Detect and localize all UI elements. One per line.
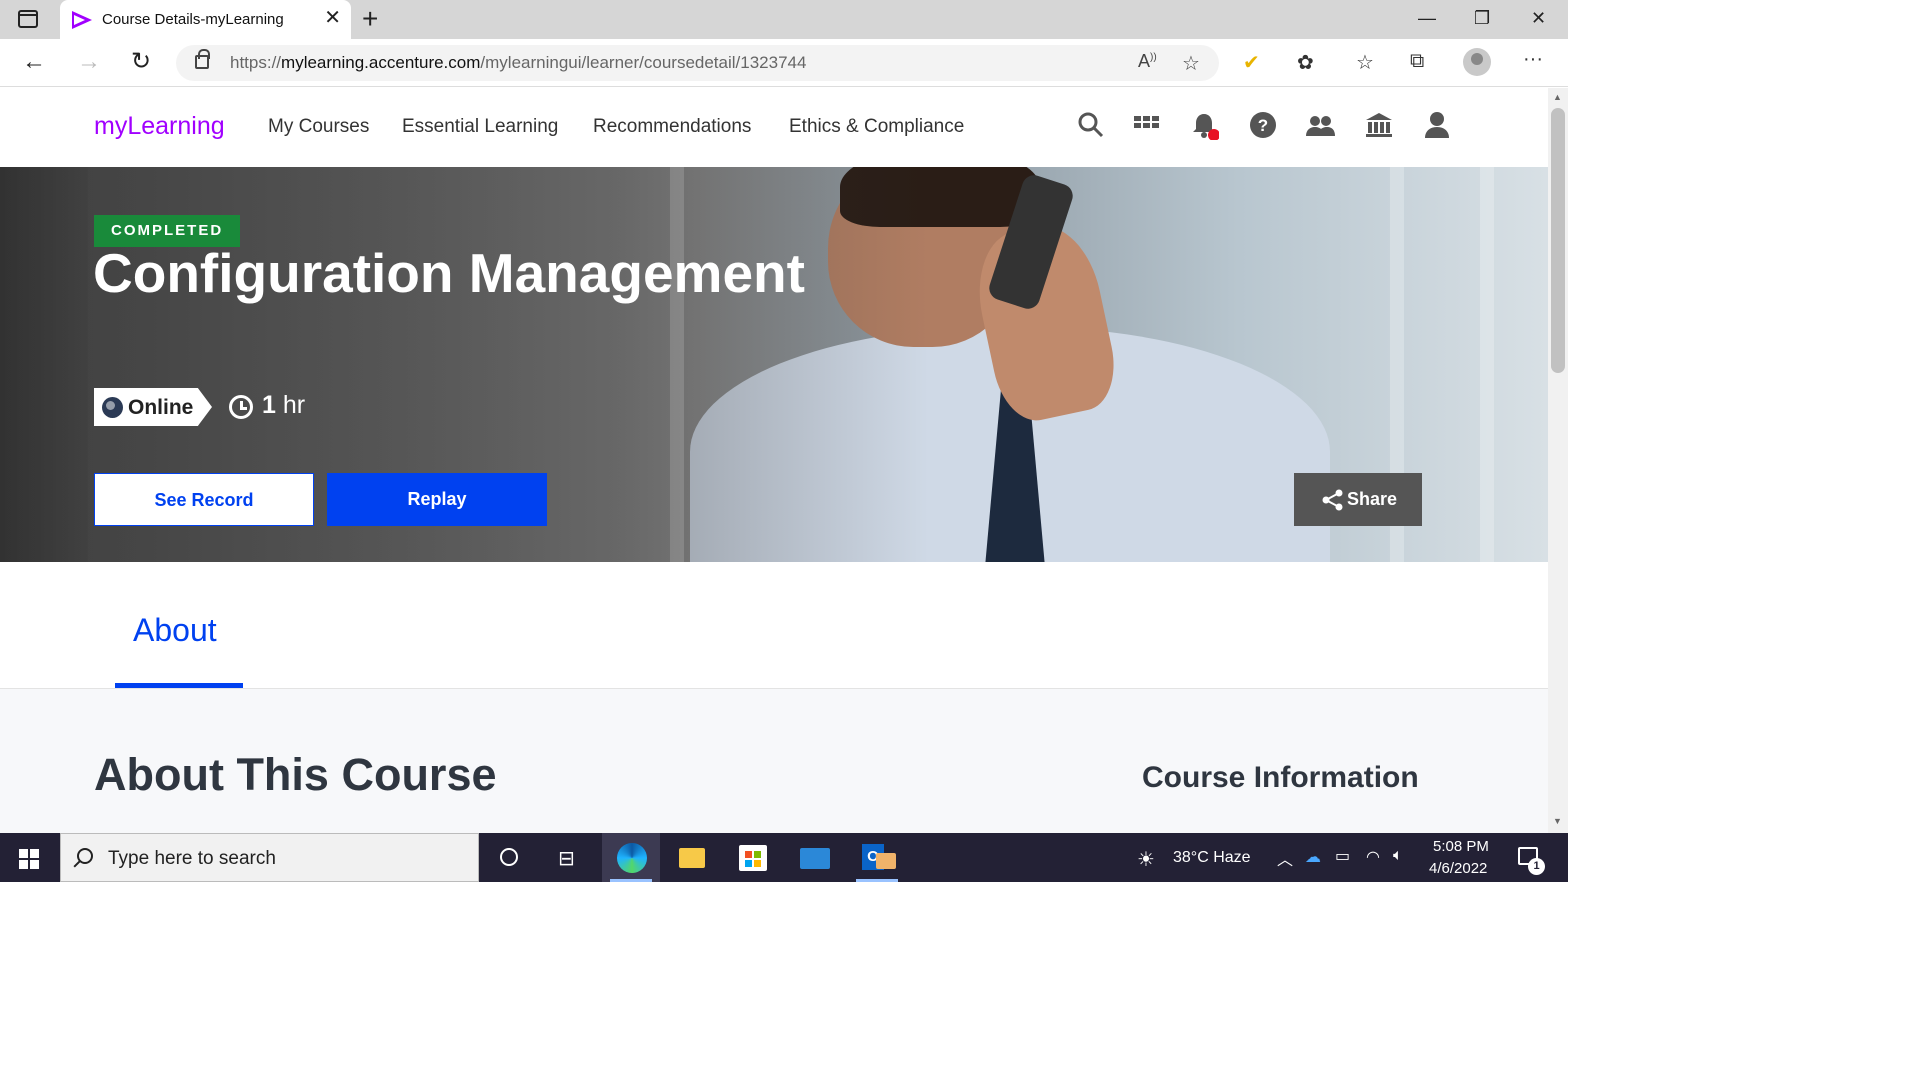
outlook-icon[interactable]: O: [848, 833, 906, 882]
course-hero-banner: COMPLETED Configuration Management Onlin…: [0, 167, 1548, 562]
browser-tab[interactable]: Course Details-myLearning ✕: [60, 0, 351, 39]
see-record-button[interactable]: See Record: [94, 473, 314, 526]
url-text[interactable]: https://mylearning.accenture.com/mylearn…: [230, 53, 806, 73]
course-information-heading: Course Information: [1142, 761, 1419, 794]
tab-close-button[interactable]: ✕: [324, 8, 341, 28]
nav-recommendations[interactable]: Recommendations: [593, 116, 751, 138]
task-view-icon[interactable]: ⊟: [540, 833, 598, 882]
collections-icon[interactable]: ⧉: [1410, 50, 1424, 73]
clock-date[interactable]: 4/6/2022: [1429, 860, 1487, 877]
weather-text[interactable]: 38°C Haze: [1173, 849, 1251, 867]
active-tab-indicator: [115, 683, 243, 688]
notifications-bell-icon[interactable]: [1189, 110, 1219, 140]
weather-icon[interactable]: ☀: [1137, 847, 1155, 872]
brand-logo[interactable]: myLearning: [94, 112, 225, 141]
scrollbar-thumb[interactable]: [1551, 108, 1565, 373]
profile-icon[interactable]: [1463, 48, 1491, 76]
nav-my-courses[interactable]: My Courses: [268, 116, 369, 138]
delivery-mode-label: Online: [128, 396, 194, 419]
account-icon[interactable]: [1422, 110, 1452, 140]
norton-icon[interactable]: ✔: [1243, 50, 1260, 75]
course-content: About This Course Course Information: [0, 689, 1548, 833]
favorites-icon[interactable]: ☆: [1356, 50, 1374, 75]
battery-icon[interactable]: ▭: [1335, 846, 1350, 866]
window-close-button[interactable]: ✕: [1531, 8, 1546, 29]
taskbar-search-placeholder: Type here to search: [108, 848, 276, 869]
onedrive-icon[interactable]: ☁: [1305, 847, 1321, 867]
institution-icon[interactable]: [1364, 110, 1394, 140]
search-icon[interactable]: [1076, 110, 1106, 140]
course-title: Configuration Management: [93, 242, 805, 304]
new-tab-button[interactable]: +: [362, 5, 378, 33]
refresh-button[interactable]: ↻: [131, 49, 151, 75]
browser-tab-bar: Course Details-myLearning ✕ + — ❐ ✕: [0, 0, 1568, 39]
more-icon[interactable]: ···: [1523, 48, 1543, 71]
lock-icon[interactable]: [195, 49, 210, 69]
store-icon[interactable]: [724, 833, 782, 882]
about-course-heading: About This Course: [94, 749, 497, 800]
course-tabs: About: [0, 562, 1548, 689]
extensions-icon[interactable]: ✿: [1297, 50, 1314, 75]
scroll-down-arrow-icon[interactable]: ▼: [1553, 816, 1562, 826]
tab-title: Course Details-myLearning: [102, 11, 284, 28]
edge-icon[interactable]: [602, 833, 660, 882]
file-explorer-icon[interactable]: [662, 833, 720, 882]
mail-icon[interactable]: [786, 833, 844, 882]
nav-essential-learning[interactable]: Essential Learning: [402, 116, 558, 138]
notification-count-badge: 1: [1528, 858, 1545, 875]
people-icon[interactable]: [1305, 110, 1335, 140]
svg-text:?: ?: [1258, 116, 1268, 135]
page-scrollbar[interactable]: ▲ ▼: [1548, 88, 1568, 833]
help-icon[interactable]: ?: [1248, 110, 1278, 140]
apps-grid-icon[interactable]: [1131, 110, 1161, 140]
tab-about[interactable]: About: [133, 612, 217, 649]
share-button-label: Share: [1347, 489, 1398, 509]
cortana-icon[interactable]: [480, 833, 538, 882]
share-button[interactable]: Share: [1294, 473, 1422, 526]
share-icon: [1322, 489, 1343, 511]
taskbar-search-box[interactable]: Type here to search: [60, 833, 479, 882]
volume-icon[interactable]: 🔈︎: [1393, 847, 1403, 865]
browser-address-bar: ← → ↻ https://mylearning.accenture.com/m…: [0, 39, 1568, 87]
globe-icon: [102, 397, 123, 418]
read-aloud-icon[interactable]: A)): [1138, 51, 1157, 72]
add-favorite-icon[interactable]: ☆: [1182, 51, 1200, 76]
restore-button[interactable]: ❐: [1474, 8, 1490, 29]
duration-text: 1 hr: [262, 391, 306, 419]
show-hidden-icons-icon[interactable]: ︿: [1277, 846, 1293, 870]
wifi-icon[interactable]: ◠: [1366, 847, 1380, 867]
windows-start-icon[interactable]: [19, 849, 39, 869]
search-icon: [77, 848, 93, 864]
nav-ethics-compliance[interactable]: Ethics & Compliance: [789, 116, 964, 138]
replay-button[interactable]: Replay: [327, 473, 547, 526]
alarm-clock-icon: [229, 395, 253, 419]
minimize-button[interactable]: —: [1418, 8, 1436, 29]
back-button[interactable]: ←: [22, 49, 46, 75]
accenture-favicon-icon: [72, 11, 92, 29]
scroll-up-arrow-icon[interactable]: ▲: [1553, 92, 1562, 102]
delivery-mode-tag: Online: [94, 388, 212, 426]
forward-button[interactable]: →: [77, 49, 101, 75]
windows-taskbar: Type here to search ⊟ O ☀ 38°C Haze ︿ ☁ …: [0, 833, 1568, 882]
url-field[interactable]: https://mylearning.accenture.com/mylearn…: [176, 45, 1219, 81]
tab-actions-icon[interactable]: [18, 10, 38, 28]
clock-time[interactable]: 5:08 PM: [1433, 838, 1489, 855]
site-header: myLearning My Courses Essential Learning…: [0, 88, 1548, 167]
